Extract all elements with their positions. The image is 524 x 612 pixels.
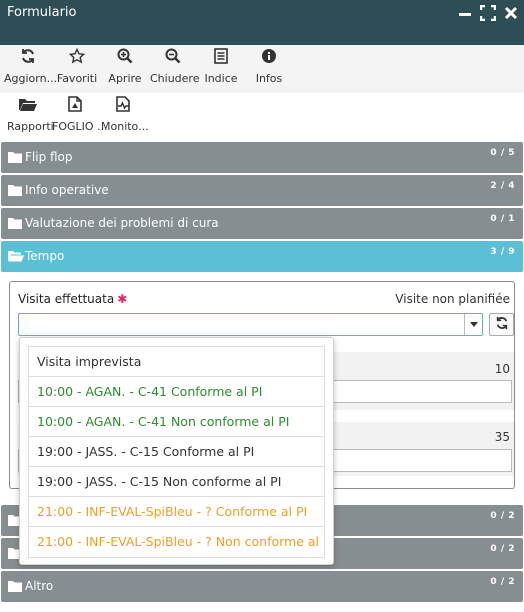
close-label: Chiudere bbox=[150, 72, 200, 85]
favorites-button[interactable]: Favoriti bbox=[56, 45, 98, 93]
section-count: 0 / 2 bbox=[490, 544, 515, 554]
monitor-button[interactable]: Monito... bbox=[101, 93, 149, 141]
section-count: 3 / 9 bbox=[490, 247, 515, 257]
window-title: Formulario bbox=[7, 5, 77, 20]
list-icon bbox=[214, 48, 228, 67]
chevron-down-icon[interactable] bbox=[464, 314, 482, 335]
visit-label-text: Visita effettuata bbox=[18, 292, 115, 306]
visit-options-list: Visita imprevista 10:00 - AGAN. - C-41 Co… bbox=[28, 346, 325, 558]
dropdown-option[interactable]: 10:00 - AGAN. - C-41 Non conforme al PI bbox=[29, 407, 324, 437]
favorites-label: Favoriti bbox=[56, 72, 98, 85]
section-valutazione[interactable]: Valutazione dei problemi di cura 0 / 1 bbox=[1, 208, 523, 239]
section-altro[interactable]: Altro 0 / 2 bbox=[1, 571, 523, 602]
folder-open-icon bbox=[8, 250, 24, 265]
section-count: 0 / 2 bbox=[490, 577, 515, 587]
section-title: Altro bbox=[25, 579, 54, 593]
open-label: Aprire bbox=[108, 72, 142, 85]
dropdown-option[interactable]: 21:00 - INF-EVAL-SpiBleu - ? Non conform… bbox=[29, 527, 324, 557]
dropdown-option[interactable]: 19:00 - JASS. - C-15 Conforme al PI bbox=[29, 437, 324, 467]
folder-icon bbox=[8, 217, 22, 232]
info-icon bbox=[261, 48, 277, 67]
dropdown-option[interactable]: 10:00 - AGAN. - C-41 Conforme al PI bbox=[29, 377, 324, 407]
sheet-button[interactable]: FOGLIO ... bbox=[52, 93, 108, 141]
monitor-doc-icon bbox=[116, 96, 130, 115]
index-button[interactable]: Indice bbox=[204, 45, 238, 93]
visit-dropdown: Visita imprevista 10:00 - AGAN. - C-41 Co… bbox=[19, 337, 334, 565]
minimize-icon[interactable] bbox=[458, 5, 472, 21]
folder-icon bbox=[8, 151, 22, 166]
field-2-value: 35 bbox=[494, 430, 510, 444]
close-sections-button[interactable]: Chiudere bbox=[150, 45, 200, 93]
zoom-out-icon bbox=[165, 48, 181, 67]
toolbar-secondary: Rapporti FOGLIO ... Monito... bbox=[0, 93, 524, 141]
field-1-value: 10 bbox=[494, 362, 510, 376]
refresh-icon bbox=[495, 316, 509, 333]
title-bar: Formulario bbox=[0, 0, 524, 45]
section-count: 2 / 4 bbox=[490, 181, 515, 191]
infos-button[interactable]: Infos bbox=[254, 45, 284, 93]
sheet-label: FOGLIO ... bbox=[52, 120, 108, 133]
index-label: Indice bbox=[204, 72, 238, 85]
dropdown-option[interactable]: 19:00 - JASS. - C-15 Non conforme al PI bbox=[29, 467, 324, 497]
section-title: Info operative bbox=[25, 183, 109, 197]
dropdown-option[interactable]: 21:00 - INF-EVAL-SpiBleu - ? Conforme al… bbox=[29, 497, 324, 527]
refresh-label: Aggiorn... bbox=[4, 72, 58, 85]
toolbar-primary: Aggiorn... Favoriti Aprire Chiudere Indi… bbox=[0, 45, 524, 93]
fullscreen-icon[interactable] bbox=[480, 5, 496, 21]
document-icon bbox=[68, 96, 82, 115]
monitor-label: Monito... bbox=[101, 120, 149, 133]
section-count: 0 / 2 bbox=[490, 511, 515, 521]
folder-open-icon bbox=[18, 96, 38, 115]
star-icon bbox=[68, 47, 86, 67]
zoom-in-icon bbox=[117, 48, 133, 67]
section-title: Flip flop bbox=[25, 150, 73, 164]
close-icon[interactable] bbox=[504, 5, 518, 21]
open-button[interactable]: Aprire bbox=[106, 45, 144, 93]
visit-refresh-button[interactable] bbox=[489, 313, 514, 336]
section-count: 0 / 1 bbox=[490, 214, 515, 224]
visit-select[interactable] bbox=[18, 313, 483, 336]
visit-note: Visite non planifiée bbox=[395, 292, 510, 306]
folder-icon bbox=[8, 580, 22, 595]
section-title: Tempo bbox=[25, 249, 65, 263]
refresh-icon bbox=[20, 48, 36, 67]
folder-icon bbox=[8, 184, 22, 199]
required-icon: ✱ bbox=[117, 292, 128, 306]
infos-label: Infos bbox=[255, 72, 283, 85]
refresh-button[interactable]: Aggiorn... bbox=[4, 45, 58, 93]
dropdown-option[interactable]: Visita imprevista bbox=[29, 347, 324, 377]
reports-button[interactable]: Rapporti bbox=[7, 93, 54, 141]
section-tempo[interactable]: Tempo 3 / 9 bbox=[1, 241, 523, 272]
reports-label: Rapporti bbox=[7, 120, 54, 133]
section-flip-flop[interactable]: Flip flop 0 / 5 bbox=[1, 142, 523, 173]
section-info-operative[interactable]: Info operative 2 / 4 bbox=[1, 175, 523, 206]
section-count: 0 / 5 bbox=[490, 148, 515, 158]
visit-field-label: Visita effettuata ✱ bbox=[18, 292, 127, 306]
section-title: Valutazione dei problemi di cura bbox=[25, 216, 219, 230]
